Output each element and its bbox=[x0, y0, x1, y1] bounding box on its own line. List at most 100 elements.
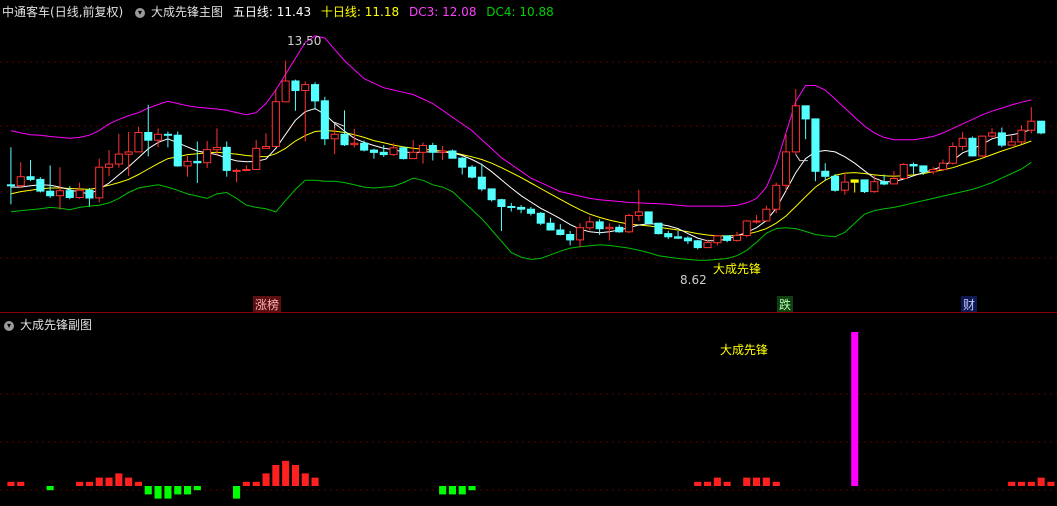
sub-bar bbox=[723, 481, 731, 486]
candle-body bbox=[222, 146, 231, 171]
dc3-line bbox=[10, 35, 1032, 207]
candle-body bbox=[742, 220, 751, 236]
candle-body bbox=[399, 147, 408, 160]
sub-bar bbox=[154, 486, 162, 499]
main-chart-panel[interactable]: 中通客车(日线,前复权) ▾ 大成先锋主图 五日线: 11.43 十日线: 11.… bbox=[0, 0, 1057, 313]
candle-body bbox=[438, 150, 447, 153]
candle-body bbox=[625, 215, 634, 233]
candle-body bbox=[948, 146, 957, 164]
candle-body bbox=[193, 160, 202, 164]
sub-header: ▾ 大成先锋副图 bbox=[2, 316, 98, 333]
sub-bar bbox=[448, 486, 456, 495]
candle-body bbox=[262, 146, 271, 149]
candle-body bbox=[497, 199, 506, 207]
sub-bar bbox=[439, 486, 447, 495]
sub-bar bbox=[17, 481, 25, 486]
high-price-label: 13.50 bbox=[287, 34, 322, 48]
candle-body bbox=[870, 181, 879, 193]
sub-bar bbox=[301, 473, 309, 486]
candle-body bbox=[664, 233, 673, 238]
candle-body bbox=[95, 166, 104, 199]
sub-bar bbox=[1037, 477, 1045, 486]
candle-body bbox=[674, 236, 683, 239]
candle-body bbox=[124, 151, 133, 155]
sub-bar bbox=[7, 481, 15, 486]
candle-body bbox=[723, 235, 732, 241]
indicator-name[interactable]: 大成先锋主图 bbox=[151, 5, 223, 19]
candle-body bbox=[173, 134, 182, 167]
candle-body bbox=[595, 221, 604, 230]
candle-body bbox=[811, 118, 820, 172]
sub-bar bbox=[105, 477, 113, 486]
sub-bar bbox=[115, 473, 123, 486]
candle-body bbox=[232, 169, 241, 172]
candle-body bbox=[860, 179, 869, 193]
candle-body bbox=[291, 80, 300, 91]
sub-bar bbox=[95, 477, 103, 486]
candle-body bbox=[566, 234, 575, 241]
candle-body bbox=[1027, 120, 1036, 131]
dc3-value: 12.08 bbox=[442, 5, 477, 19]
candle-body bbox=[1017, 129, 1026, 143]
period-label: (日线,前复权) bbox=[50, 5, 124, 19]
candle-body bbox=[16, 176, 25, 187]
candle-body bbox=[487, 188, 496, 201]
sub-bar bbox=[753, 477, 761, 486]
sub-indicator-name[interactable]: 大成先锋副图 bbox=[20, 318, 92, 332]
candle-body bbox=[575, 227, 585, 241]
candle-body bbox=[958, 137, 967, 147]
candle-body bbox=[418, 145, 427, 153]
candle-body bbox=[654, 222, 663, 235]
candle-body bbox=[556, 229, 565, 235]
candle-body bbox=[762, 208, 771, 222]
candle-body bbox=[919, 165, 928, 173]
main-header: 中通客车(日线,前复权) ▾ 大成先锋主图 五日线: 11.43 十日线: 11.… bbox=[2, 3, 560, 20]
candle-body bbox=[968, 137, 977, 157]
candle-body bbox=[683, 237, 693, 242]
candle-body bbox=[850, 179, 859, 183]
candle-body bbox=[114, 153, 123, 165]
candle-body bbox=[330, 133, 339, 140]
candle-body bbox=[536, 212, 545, 224]
sub-chart-panel[interactable]: ▾ 大成先锋副图 大成先锋 bbox=[0, 312, 1057, 506]
candle-body bbox=[448, 150, 457, 159]
candle-body bbox=[203, 149, 212, 164]
sub-bar bbox=[233, 486, 241, 499]
sub-bar bbox=[311, 477, 319, 486]
event-tag-zhangbang[interactable]: 涨榜 bbox=[253, 296, 282, 313]
sub-bar bbox=[125, 477, 133, 486]
candle-body bbox=[693, 240, 702, 249]
event-tag-die[interactable]: 跌 bbox=[777, 296, 794, 313]
candle-body bbox=[369, 149, 378, 153]
candle-body bbox=[144, 132, 153, 141]
sub-bar bbox=[772, 481, 780, 486]
candle-body bbox=[644, 211, 653, 224]
event-tag-cai[interactable]: 财 bbox=[961, 296, 978, 313]
candle-body bbox=[468, 166, 477, 178]
candle-body bbox=[546, 222, 555, 231]
candle-body bbox=[458, 157, 467, 168]
candle-body bbox=[477, 176, 486, 190]
ma5-value: 11.43 bbox=[276, 5, 312, 19]
stock-name: 中通客车 bbox=[2, 5, 51, 19]
main-chart-svg[interactable] bbox=[0, 0, 1057, 312]
sub-bar bbox=[1017, 481, 1025, 486]
candle-body bbox=[782, 151, 791, 186]
candle-body bbox=[55, 190, 65, 197]
sub-bar bbox=[134, 481, 142, 486]
candle-body bbox=[340, 133, 349, 146]
sub-bar bbox=[46, 486, 54, 491]
candle-body bbox=[791, 105, 800, 153]
sub-bar bbox=[262, 473, 270, 486]
sub-bar bbox=[694, 481, 702, 486]
candle-body bbox=[1037, 120, 1046, 134]
sub-settings-circle-icon[interactable]: ▾ bbox=[4, 320, 14, 331]
sub-bar bbox=[252, 481, 260, 486]
sub-bar bbox=[272, 465, 280, 486]
sub-bar bbox=[85, 481, 93, 486]
candle-body bbox=[526, 208, 536, 214]
candle-body bbox=[978, 135, 987, 157]
sub-chart-svg[interactable] bbox=[0, 312, 1057, 506]
settings-circle-icon[interactable]: ▾ bbox=[135, 7, 146, 18]
candle-body bbox=[909, 164, 918, 167]
